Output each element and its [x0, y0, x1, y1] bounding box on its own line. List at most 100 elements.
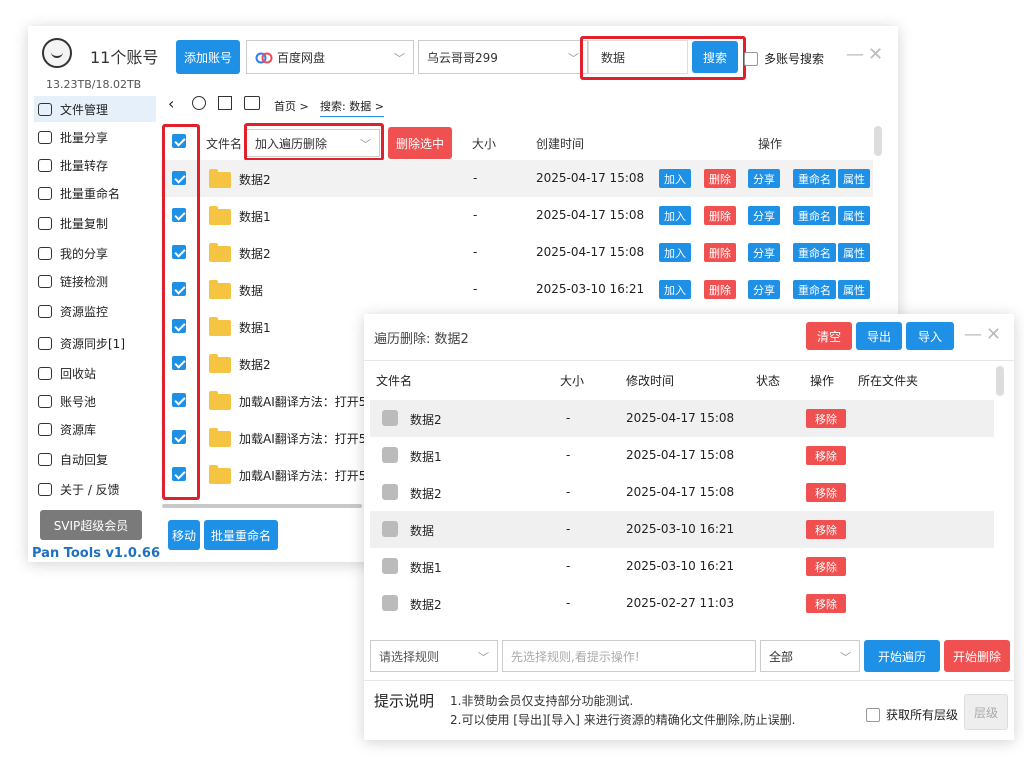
- rename-button[interactable]: 重命名: [793, 169, 836, 188]
- refresh-icon[interactable]: [192, 96, 206, 110]
- row-name[interactable]: 数据1: [239, 319, 271, 336]
- scope-select[interactable]: 全部 ﹀: [760, 640, 860, 672]
- sidebar-item-auto-reply[interactable]: 自动回复: [34, 446, 156, 472]
- row-checkbox[interactable]: [172, 467, 186, 481]
- sidebar-item-resource-sync[interactable]: 资源同步[1]: [34, 330, 156, 356]
- rename-button[interactable]: 重命名: [793, 206, 836, 225]
- delete-button[interactable]: 删除: [704, 206, 736, 225]
- sidebar-item-resource-monitor[interactable]: 资源监控: [34, 298, 156, 324]
- multi-search-checkbox[interactable]: [744, 51, 758, 66]
- rename-button[interactable]: 重命名: [793, 243, 836, 262]
- rename-button[interactable]: 重命名: [793, 280, 836, 299]
- sidebar-item-batch-transfer[interactable]: 批量转存: [34, 152, 156, 178]
- table-scrollbar[interactable]: [874, 126, 882, 156]
- delete-button[interactable]: 删除: [704, 169, 736, 188]
- sidebar-item-about[interactable]: 关于 / 反馈: [34, 476, 156, 502]
- minimize-icon[interactable]: —: [846, 44, 864, 65]
- row-checkbox[interactable]: [172, 208, 186, 222]
- sidebar-item-resource-library[interactable]: 资源库: [34, 416, 156, 442]
- table-row[interactable]: 数据 - 2025-03-10 16:21 加入 删除 分享 重命名 属性: [161, 271, 873, 308]
- new-folder-icon[interactable]: [244, 96, 260, 110]
- level-button[interactable]: 层级: [964, 694, 1008, 730]
- row-name[interactable]: 数据: [239, 282, 263, 299]
- row-checkbox[interactable]: [172, 356, 186, 370]
- dialog-row[interactable]: 数据1 - 2025-03-10 16:21 移除: [370, 548, 994, 585]
- dlg-col-modified[interactable]: 修改时间: [626, 372, 674, 389]
- dlg-col-folder[interactable]: 所在文件夹: [858, 372, 918, 389]
- table-row[interactable]: 数据2 - 2025-04-17 15:08 加入 删除 分享 重命名 属性: [161, 234, 873, 271]
- back-icon[interactable]: ‹: [168, 94, 174, 113]
- get-all-levels-toggle[interactable]: 获取所有层级: [866, 706, 958, 723]
- sidebar-item-link-check[interactable]: 链接检测: [34, 268, 156, 294]
- properties-button[interactable]: 属性: [838, 206, 870, 225]
- row-name[interactable]: 数据2: [239, 245, 271, 262]
- export-button[interactable]: 导出: [856, 322, 902, 350]
- breadcrumb-home[interactable]: 首页 >: [274, 98, 309, 114]
- dialog-scrollbar[interactable]: [996, 366, 1004, 396]
- dialog-row[interactable]: 数据2 - 2025-02-27 11:03 移除: [370, 585, 994, 622]
- traverse-delete-select[interactable]: 加入遍历删除 ﹀: [246, 129, 380, 157]
- delete-button[interactable]: 删除: [704, 243, 736, 262]
- sidebar-item-my-share[interactable]: 我的分享: [34, 240, 156, 266]
- remove-button[interactable]: 移除: [806, 557, 846, 576]
- user-select[interactable]: 乌云哥哥299 ﹀: [418, 40, 588, 74]
- share-button[interactable]: 分享: [748, 206, 780, 225]
- multi-account-search-toggle[interactable]: 多账号搜索: [744, 50, 824, 67]
- sidebar-item-account-pool[interactable]: 账号池: [34, 388, 156, 414]
- horizontal-scrollbar[interactable]: [162, 504, 362, 508]
- row-name[interactable]: 加载AI翻译方法：打开5: [239, 393, 366, 410]
- batch-rename-button[interactable]: 批量重命名: [204, 520, 278, 550]
- table-row[interactable]: 数据2 - 2025-04-17 15:08 加入 删除 分享 重命名 属性: [161, 160, 873, 197]
- row-name[interactable]: 加载AI翻译方法：打开5: [239, 467, 366, 484]
- add-account-button[interactable]: 添加账号: [176, 40, 240, 74]
- col-header-created[interactable]: 创建时间: [536, 126, 584, 160]
- row-name[interactable]: 加载AI翻译方法：打开5: [239, 430, 366, 447]
- sidebar-item-recycle-bin[interactable]: 回收站: [34, 360, 156, 386]
- start-delete-button[interactable]: 开始删除: [944, 640, 1010, 672]
- sidebar-item-batch-rename[interactable]: 批量重命名: [34, 180, 156, 206]
- row-name[interactable]: 数据2: [239, 356, 271, 373]
- row-checkbox[interactable]: [172, 393, 186, 407]
- sidebar-item-file-manage[interactable]: 文件管理: [34, 96, 156, 122]
- svip-button[interactable]: SVIP超级会员: [40, 510, 142, 540]
- table-row[interactable]: 数据1 - 2025-04-17 15:08 加入 删除 分享 重命名 属性: [161, 197, 873, 234]
- row-checkbox[interactable]: [172, 282, 186, 296]
- home-icon[interactable]: [218, 96, 232, 110]
- rule-hint-input[interactable]: 先选择规则,看提示操作!: [502, 640, 756, 672]
- remove-button[interactable]: 移除: [806, 483, 846, 502]
- add-button[interactable]: 加入: [659, 243, 691, 262]
- remove-button[interactable]: 移除: [806, 594, 846, 613]
- properties-button[interactable]: 属性: [838, 280, 870, 299]
- properties-button[interactable]: 属性: [838, 169, 870, 188]
- dialog-row[interactable]: 数据2 - 2025-04-17 15:08 移除: [370, 474, 994, 511]
- close-icon[interactable]: ✕: [868, 44, 883, 65]
- rule-select[interactable]: 请选择规则 ﹀: [370, 640, 498, 672]
- breadcrumb-current[interactable]: 搜索: 数据 >: [320, 98, 384, 117]
- dlg-col-name[interactable]: 文件名: [376, 372, 412, 389]
- dialog-row[interactable]: 数据 - 2025-03-10 16:21 移除: [370, 511, 994, 548]
- remove-button[interactable]: 移除: [806, 409, 846, 428]
- clear-button[interactable]: 清空: [806, 322, 852, 350]
- dialog-row[interactable]: 数据2 - 2025-04-17 15:08 移除: [370, 400, 994, 437]
- dlg-col-status[interactable]: 状态: [756, 372, 780, 389]
- import-button[interactable]: 导入: [906, 322, 954, 350]
- remove-button[interactable]: 移除: [806, 446, 846, 465]
- move-button[interactable]: 移动: [168, 520, 200, 550]
- add-button[interactable]: 加入: [659, 280, 691, 299]
- delete-button[interactable]: 删除: [704, 280, 736, 299]
- delete-selected-button[interactable]: 删除选中: [388, 127, 452, 159]
- row-checkbox[interactable]: [172, 245, 186, 259]
- add-button[interactable]: 加入: [659, 206, 691, 225]
- add-button[interactable]: 加入: [659, 169, 691, 188]
- get-all-levels-checkbox[interactable]: [866, 707, 880, 722]
- close-icon[interactable]: ✕: [986, 324, 1001, 345]
- row-checkbox[interactable]: [172, 171, 186, 185]
- properties-button[interactable]: 属性: [838, 243, 870, 262]
- dlg-col-size[interactable]: 大小: [560, 372, 584, 389]
- share-button[interactable]: 分享: [748, 243, 780, 262]
- sidebar-item-batch-copy[interactable]: 批量复制: [34, 210, 156, 236]
- start-traverse-button[interactable]: 开始遍历: [864, 640, 940, 672]
- search-button[interactable]: 搜索: [692, 41, 738, 73]
- share-button[interactable]: 分享: [748, 280, 780, 299]
- col-header-name[interactable]: 文件名: [206, 126, 242, 160]
